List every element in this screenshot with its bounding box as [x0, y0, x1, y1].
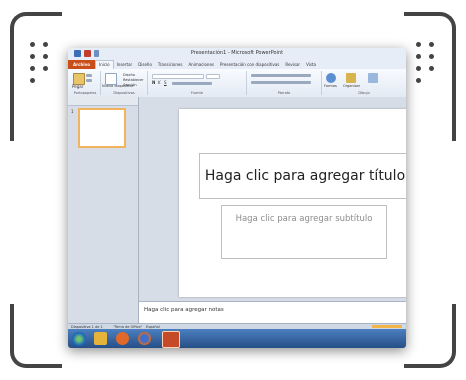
notes-pane[interactable]: Haga clic para agregar notas: [139, 301, 406, 324]
arrange-icon[interactable]: [346, 73, 356, 83]
quick-styles-icon[interactable]: [368, 73, 378, 83]
powerpoint-taskbar-icon[interactable]: [162, 331, 180, 348]
tab-vista[interactable]: Vista: [303, 60, 319, 69]
firefox-icon[interactable]: [138, 332, 151, 345]
window-title: Presentación1 - Microsoft PowerPoint: [190, 50, 284, 56]
folder-icon[interactable]: [94, 332, 107, 345]
slide-thumbnail[interactable]: [78, 108, 126, 148]
group-label: Fuente: [191, 91, 203, 95]
tab-insertar[interactable]: Insertar: [114, 60, 136, 69]
slide-thumbnail-pane: 1: [68, 97, 139, 323]
group-parrafo: Párrafo: [247, 71, 322, 95]
group-dibujo: Formas Organizar Dibujo: [322, 71, 406, 95]
align-tools-row[interactable]: [251, 81, 311, 84]
decorative-dots-left: [30, 42, 48, 83]
thumbnail-number: 1: [71, 109, 74, 114]
tab-archivo[interactable]: Archivo: [68, 60, 96, 69]
copy-icon[interactable]: [86, 79, 92, 82]
tab-transiciones[interactable]: Transiciones: [155, 60, 186, 69]
cut-icon[interactable]: [86, 74, 92, 77]
media-player-icon[interactable]: [116, 332, 129, 345]
zoom-controls[interactable]: [372, 325, 402, 328]
tab-diseno[interactable]: Diseño: [135, 60, 155, 69]
decorative-dots-right: [416, 42, 434, 83]
tab-inicio[interactable]: Inicio: [95, 60, 114, 69]
tab-revisar[interactable]: Revisar: [282, 60, 303, 69]
subtitle-placeholder-text: Haga clic para agregar subtítulo: [235, 214, 373, 224]
subtitle-placeholder[interactable]: Haga clic para agregar subtítulo: [221, 205, 387, 259]
slide-canvas[interactable]: Haga clic para agregar título Haga clic …: [179, 109, 406, 297]
tab-animaciones[interactable]: Animaciones: [185, 60, 217, 69]
italic-icon[interactable]: K: [158, 80, 161, 85]
slide-editor: Haga clic para agregar título Haga clic …: [139, 97, 406, 301]
arrange-label[interactable]: Organizar: [343, 84, 360, 88]
shapes-icon[interactable]: [326, 73, 336, 83]
notes-placeholder-text: Haga clic para agregar notas: [144, 307, 224, 313]
list-tools-row[interactable]: [251, 74, 311, 77]
font-size-select[interactable]: [206, 74, 220, 79]
powerpoint-screenshot: Presentación1 - Microsoft PowerPoint Arc…: [68, 48, 406, 348]
font-tools-row[interactable]: [172, 82, 212, 85]
section-button[interactable]: Sección: [123, 83, 137, 87]
group-label: Dibujo: [358, 91, 370, 95]
thumbnail-pane-tabs[interactable]: [68, 97, 138, 106]
reset-button[interactable]: Restablecer: [123, 78, 144, 82]
start-button-icon[interactable]: [72, 332, 86, 346]
frame-corner-bottom-right: [404, 304, 456, 368]
windows-taskbar: [68, 329, 406, 348]
shapes-label[interactable]: Formas: [324, 84, 337, 88]
title-placeholder[interactable]: Haga clic para agregar título: [199, 153, 406, 199]
ribbon: Pegar Portapapeles Nueva diapositiva Dis…: [68, 69, 406, 98]
group-portapapeles: Pegar Portapapeles: [70, 71, 101, 95]
layout-button[interactable]: Diseño: [123, 73, 135, 77]
group-label: Párrafo: [277, 91, 291, 95]
title-placeholder-text: Haga clic para agregar título: [204, 168, 406, 184]
tab-presentacion[interactable]: Presentación con diapositivas: [217, 60, 282, 69]
group-label: Portapapeles: [73, 91, 97, 95]
group-fuente: N K S Fuente: [148, 71, 247, 95]
ribbon-tabs: Archivo Inicio Insertar Diseño Transicio…: [68, 60, 406, 69]
frame-corner-bottom-left: [10, 304, 62, 368]
underline-icon[interactable]: S: [164, 80, 167, 85]
paste-button-label[interactable]: Pegar: [72, 84, 83, 89]
font-name-select[interactable]: [152, 74, 204, 79]
bold-icon[interactable]: N: [152, 80, 155, 85]
group-diapositivas: Nueva diapositiva Diseño Restablecer Sec…: [101, 71, 148, 95]
group-label: Diapositivas: [113, 91, 135, 95]
